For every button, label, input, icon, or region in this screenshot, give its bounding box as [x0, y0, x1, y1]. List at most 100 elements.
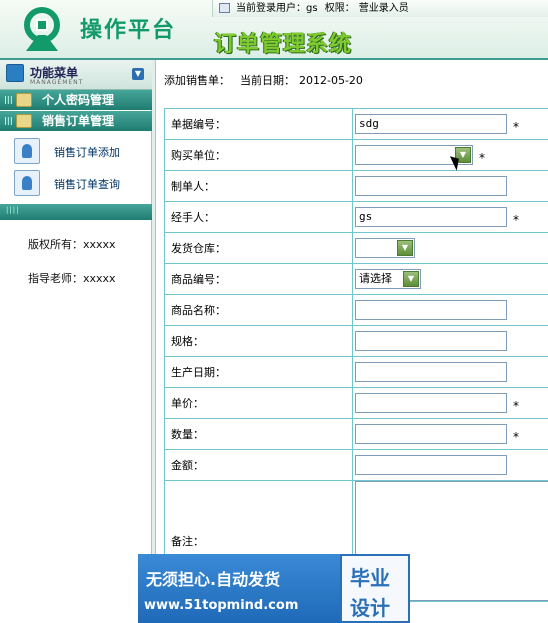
table-row: 数量： *: [164, 418, 548, 450]
spec-label: 规格：: [164, 325, 353, 357]
sidebar-group-sales[interactable]: ||| 销售订单管理: [0, 111, 152, 131]
menu-header: 功能菜单 MANAGEMENT ▼: [0, 60, 152, 90]
folder-icon: [16, 114, 32, 128]
table-row: 经手人： gs *: [164, 201, 548, 233]
table-row: 金额：: [164, 449, 548, 481]
table-row: 规格：: [164, 325, 548, 357]
grip-icon: ||||: [6, 206, 20, 214]
buyer-label: 购买单位：: [164, 139, 353, 171]
required-mark: *: [513, 120, 519, 134]
sidebar-item-label: 销售订单查询: [54, 178, 120, 191]
chevron-down-icon[interactable]: ▼: [403, 271, 419, 287]
date-value: 2012-05-20: [299, 74, 363, 87]
copyright-label: 版权所有：: [28, 238, 83, 251]
prod-date-cell: [352, 356, 548, 388]
table-row: 单据编号： sdg *: [164, 108, 548, 140]
prod-date-input[interactable]: [355, 362, 507, 382]
user-info-bar: 当前登录用户：gs 权限： 营业录入员: [212, 0, 548, 17]
prod-date-label: 生产日期：: [164, 356, 353, 388]
grip-icon: |||: [4, 116, 13, 125]
unit-price-input[interactable]: [355, 393, 507, 413]
warehouse-label: 发货仓库：: [164, 232, 353, 264]
sidebar-footer-bar: ||||: [0, 204, 152, 220]
teacher-info: 指导老师：xxxxx: [28, 270, 116, 286]
required-mark: *: [513, 213, 519, 227]
amount-input[interactable]: [355, 455, 507, 475]
quantity-label: 数量：: [164, 418, 353, 450]
sidebar-item-label: 销售订单添加: [54, 146, 120, 159]
maker-cell: [352, 170, 548, 202]
handler-label: 经手人：: [164, 201, 353, 233]
table-row: 商品编号： 请选择 ▼: [164, 263, 548, 295]
user-value: gs: [306, 3, 318, 14]
order-form: 单据编号： sdg * 购买单位： ▼ * 制单人： 经手人： gs * 发货仓库：: [164, 108, 548, 602]
product-code-cell: 请选择 ▼: [352, 263, 548, 295]
collapse-icon[interactable]: ▼: [132, 68, 144, 80]
banner-badge: 毕业 设计: [340, 554, 410, 623]
table-row: 商品名称：: [164, 294, 548, 326]
logo-text: 操作平台: [80, 17, 177, 43]
product-code-select[interactable]: 请选择 ▼: [355, 269, 421, 289]
spec-input[interactable]: [355, 331, 507, 351]
product-name-label: 商品名称：: [164, 294, 353, 326]
quantity-input[interactable]: [355, 424, 507, 444]
handler-input[interactable]: gs: [355, 207, 507, 227]
amount-label: 金额：: [164, 449, 353, 481]
buyer-cell: ▼ *: [352, 139, 548, 171]
order-no-cell: sdg *: [352, 108, 548, 140]
breadcrumb: 添加销售单： 当前日期： 2012-05-20: [164, 72, 363, 88]
sidebar-group-password[interactable]: ||| 个人密码管理: [0, 90, 152, 110]
badge-top-text: 毕业: [350, 566, 390, 590]
order-no-input[interactable]: sdg: [355, 114, 507, 134]
sidebar-group-label: 销售订单管理: [42, 114, 115, 128]
table-row: 制单人：: [164, 170, 548, 202]
watermark-banner: 无须担心.自动发货 www.51topmind.com 毕业 设计: [138, 554, 410, 623]
user-label: 当前登录用户：: [236, 3, 306, 14]
grip-icon: |||: [4, 95, 13, 104]
bank-logo-icon: [24, 7, 60, 51]
banner-url: www.51topmind.com: [144, 598, 299, 613]
order-no-label: 单据编号：: [164, 108, 353, 140]
warehouse-select[interactable]: ▼: [355, 238, 415, 258]
product-name-input[interactable]: [355, 300, 507, 320]
permission-label: 权限：: [324, 3, 355, 14]
unit-price-cell: *: [352, 387, 548, 419]
teacher-value: xxxxx: [83, 272, 116, 285]
badge-bottom-text: 设计: [350, 596, 390, 620]
product-code-select-value: 请选择: [359, 272, 392, 285]
sidebar-group-label: 个人密码管理: [42, 93, 115, 107]
unit-price-label: 单价：: [164, 387, 353, 419]
menu-subtitle: MANAGEMENT: [30, 79, 84, 86]
handler-cell: gs *: [352, 201, 548, 233]
date-label: 当前日期：: [240, 74, 295, 87]
quantity-cell: *: [352, 418, 548, 450]
required-mark: *: [479, 151, 485, 165]
table-row: 发货仓库： ▼: [164, 232, 548, 264]
user-icon: [14, 170, 40, 196]
system-title: 订单管理系统: [214, 31, 353, 57]
table-row: 购买单位： ▼ *: [164, 139, 548, 171]
spec-cell: [352, 325, 548, 357]
sidebar-item-query-order[interactable]: 销售订单查询: [0, 166, 152, 202]
menu-icon: [6, 64, 24, 82]
table-row: 生产日期：: [164, 356, 548, 388]
chevron-down-icon[interactable]: ▼: [397, 240, 413, 256]
maker-input[interactable]: [355, 176, 507, 196]
app-header: 操作平台 当前登录用户：gs 权限： 营业录入员 订单管理系统: [0, 0, 548, 60]
product-name-cell: [352, 294, 548, 326]
sidebar: 功能菜单 MANAGEMENT ▼ ||| 个人密码管理 ||| 销售订单管理 …: [0, 60, 152, 623]
sidebar-item-add-order[interactable]: 销售订单添加: [0, 134, 152, 170]
amount-cell: [352, 449, 548, 481]
product-code-label: 商品编号：: [164, 263, 353, 295]
warehouse-cell: ▼: [352, 232, 548, 264]
user-icon: [14, 138, 40, 164]
table-row: 单价： *: [164, 387, 548, 419]
copyright-info: 版权所有：xxxxx: [28, 236, 116, 252]
permission-value: 营业录入员: [358, 3, 409, 14]
page-title: 添加销售单：: [164, 74, 230, 87]
banner-slogan: 无须担心.自动发货: [146, 570, 281, 589]
window-icon: [219, 3, 230, 13]
folder-icon: [16, 93, 32, 107]
teacher-label: 指导老师：: [28, 272, 83, 285]
main-content: 添加销售单： 当前日期： 2012-05-20 单据编号： sdg * 购买单位： ▼…: [156, 60, 548, 623]
